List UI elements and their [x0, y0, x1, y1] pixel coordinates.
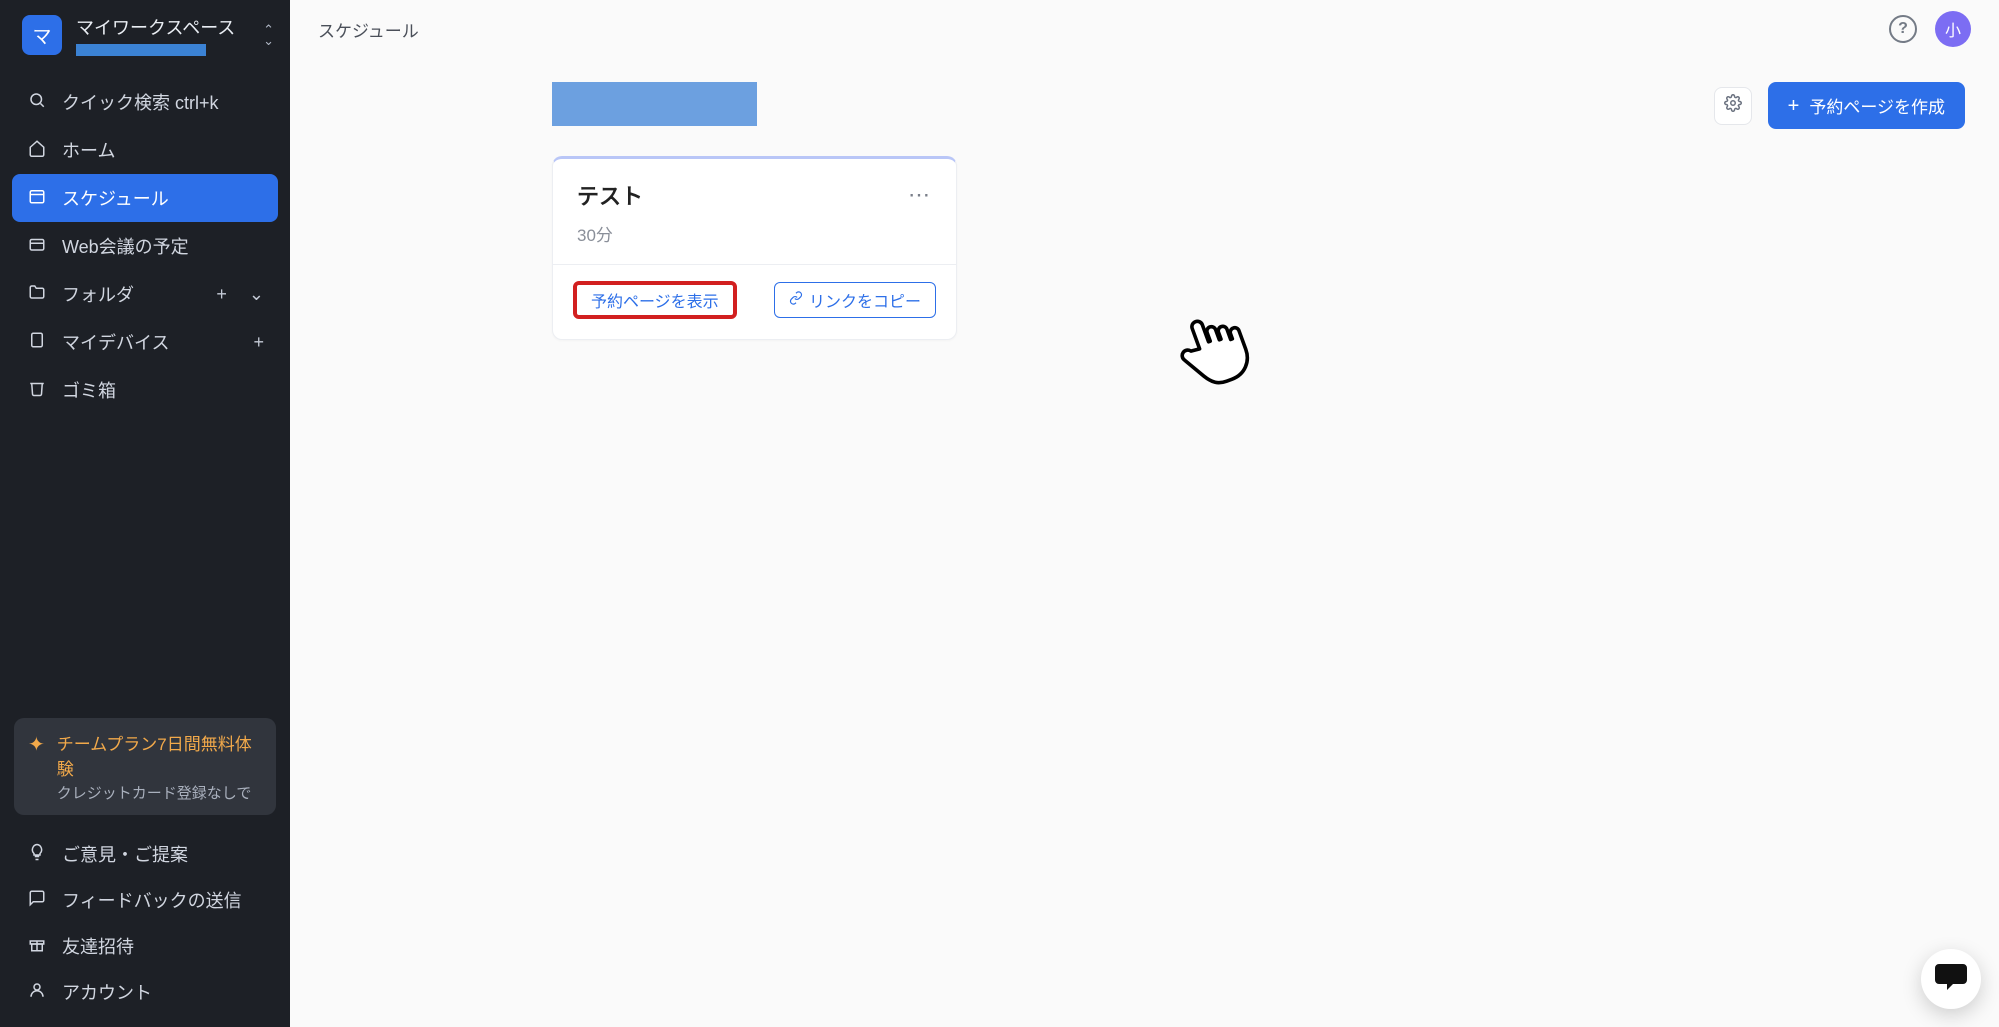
- workspace-subtitle-redacted: [76, 44, 206, 56]
- footer-nav: ご意見・ご提案 フィードバックの送信 友達招待 アカウント: [0, 829, 290, 1027]
- booking-card[interactable]: テスト ⋯ 30分 予約ページを表示 リンクをコピー: [552, 156, 957, 340]
- message-icon: [26, 889, 48, 912]
- footer-item-invite[interactable]: 友達招待: [12, 923, 278, 969]
- sidebar-item-quick-search[interactable]: クイック検索 ctrl+k: [12, 78, 278, 126]
- workspace-info: マイワークスペース: [76, 14, 249, 56]
- sidebar-label: マイデバイス: [62, 329, 169, 355]
- sidebar-label: Web会議の予定: [62, 233, 189, 259]
- content-actions: + 予約ページを作成: [1714, 82, 1965, 129]
- button-label: 予約ページを作成: [1809, 93, 1945, 118]
- promo-subtitle: クレジットカード登録なしで: [57, 782, 262, 803]
- cursor-hand-annotation: [1170, 304, 1260, 394]
- primary-nav: クイック検索 ctrl+k ホーム スケジュール Web会議の予定 フォルダ: [0, 74, 290, 418]
- sidebar-label: ホーム: [62, 137, 115, 163]
- workspace-caret-icon[interactable]: ⌃⌄: [263, 26, 274, 45]
- main-area: スケジュール ? 小 + 予約ページを作成 テスト ⋯: [290, 0, 1999, 1027]
- footer-item-account[interactable]: アカウント: [12, 969, 278, 1015]
- gift-icon: [26, 935, 48, 958]
- sidebar-label: フィードバックの送信: [62, 887, 242, 913]
- plus-icon: +: [1788, 96, 1800, 116]
- link-icon: [789, 291, 803, 310]
- page-title: スケジュール: [318, 17, 1889, 42]
- sidebar: マ マイワークスペース ⌃⌄ クイック検索 ctrl+k ホーム スケジュール: [0, 0, 290, 1027]
- workspace-title: マイワークスペース: [76, 14, 249, 40]
- sidebar-label: フォルダ: [62, 281, 134, 307]
- sidebar-label: スケジュール: [62, 185, 169, 211]
- content: + 予約ページを作成 テスト ⋯ 30分 予約ページを表示: [290, 58, 1999, 1027]
- sidebar-item-folder[interactable]: フォルダ + ⌄: [12, 270, 278, 318]
- sidebar-label: ご意見・ご提案: [62, 841, 188, 867]
- card-duration: 30分: [577, 221, 932, 246]
- create-booking-page-button[interactable]: + 予約ページを作成: [1768, 82, 1965, 129]
- help-button[interactable]: ?: [1889, 15, 1917, 43]
- sidebar-item-web-meeting[interactable]: Web会議の予定: [12, 222, 278, 270]
- plus-icon[interactable]: +: [253, 332, 264, 353]
- sidebar-item-schedule[interactable]: スケジュール: [12, 174, 278, 222]
- chat-fab[interactable]: [1921, 949, 1981, 1009]
- trash-icon: [26, 379, 48, 402]
- sidebar-item-home[interactable]: ホーム: [12, 126, 278, 174]
- settings-button[interactable]: [1714, 87, 1752, 125]
- sidebar-label: 友達招待: [62, 933, 134, 959]
- workspace-switcher[interactable]: マ マイワークスペース ⌃⌄: [0, 0, 290, 74]
- search-icon: [26, 91, 48, 114]
- footer-item-feedback[interactable]: ご意見・ご提案: [12, 831, 278, 877]
- show-booking-page-button[interactable]: 予約ページを表示: [573, 281, 737, 319]
- copy-link-button[interactable]: リンクをコピー: [774, 282, 936, 318]
- sidebar-item-my-device[interactable]: マイデバイス +: [12, 318, 278, 366]
- device-icon: [26, 331, 48, 354]
- footer-item-send-feedback[interactable]: フィードバックの送信: [12, 877, 278, 923]
- user-icon: [26, 981, 48, 1004]
- topbar: スケジュール ? 小: [290, 0, 1999, 58]
- button-label: リンクをコピー: [809, 288, 921, 312]
- card-title: テスト: [577, 179, 908, 211]
- home-icon: [26, 139, 48, 162]
- promo-title: チームプラン7日間無料体験: [57, 730, 262, 780]
- sidebar-label: ゴミ箱: [62, 377, 116, 403]
- plus-icon[interactable]: +: [216, 284, 227, 305]
- sidebar-label: クイック検索 ctrl+k: [62, 89, 219, 115]
- gear-icon: [1724, 94, 1742, 117]
- folder-icon: [26, 283, 48, 306]
- chevron-down-icon[interactable]: ⌄: [249, 284, 264, 305]
- card-more-button[interactable]: ⋯: [908, 182, 932, 208]
- selection-highlight: [552, 82, 757, 126]
- chat-icon: [1935, 963, 1967, 996]
- button-label: 予約ページを表示: [591, 288, 719, 312]
- lightbulb-icon: [26, 843, 48, 866]
- workspace-badge: マ: [22, 15, 62, 55]
- sidebar-item-trash[interactable]: ゴミ箱: [12, 366, 278, 414]
- help-icon: ?: [1898, 20, 1908, 38]
- sidebar-label: アカウント: [62, 979, 152, 1005]
- sparkle-icon: ✦: [28, 732, 45, 803]
- calendar-icon: [26, 187, 48, 210]
- video-icon: [26, 235, 48, 258]
- ellipsis-icon: ⋯: [908, 182, 932, 207]
- avatar[interactable]: 小: [1935, 11, 1971, 47]
- team-plan-promo[interactable]: ✦ チームプラン7日間無料体験 クレジットカード登録なしで: [14, 718, 276, 815]
